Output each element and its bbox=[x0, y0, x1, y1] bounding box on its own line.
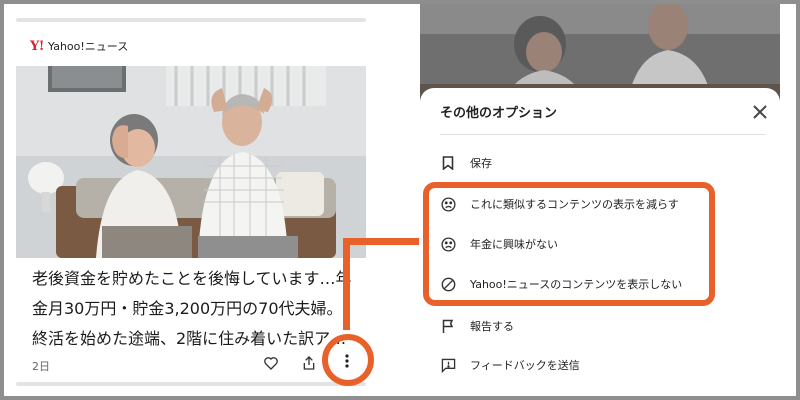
options-highlight-box bbox=[423, 182, 715, 306]
callout-connector-vertical bbox=[343, 238, 350, 330]
article-photo[interactable] bbox=[16, 66, 366, 258]
bookmark-icon bbox=[440, 155, 456, 171]
news-card[interactable]: Y! Yahoo!ニュース 老後資金を貯めたことを後悔しています…年 金月30万… bbox=[16, 18, 366, 388]
flag-icon bbox=[440, 318, 456, 334]
card-divider-bottom bbox=[16, 382, 366, 386]
option-label: 報告する bbox=[470, 320, 514, 333]
screenshot-frame: Y! Yahoo!ニュース 老後資金を貯めたことを後悔しています…年 金月30万… bbox=[4, 4, 796, 396]
photo-elderly-couple-illustration bbox=[16, 66, 366, 258]
post-time: 2日 bbox=[32, 360, 50, 373]
headline-line-3: 終活を始めた途端、2階に住み着いた訳ア… bbox=[32, 329, 347, 348]
source-name: Yahoo!ニュース bbox=[48, 40, 129, 53]
option-report[interactable]: 報告する bbox=[440, 314, 760, 338]
close-icon[interactable] bbox=[750, 102, 770, 122]
headline-line-1: 老後資金を貯めたことを後悔しています…年 bbox=[32, 269, 352, 288]
callout-connector-horizontal bbox=[343, 238, 419, 245]
option-send-feedback[interactable]: フィードバックを送信 bbox=[440, 353, 760, 377]
option-save[interactable]: 保存 bbox=[440, 151, 760, 175]
share-icon[interactable] bbox=[298, 352, 320, 374]
headline-line-2: 金月30万円・貯金3,200万円の70代夫婦。 bbox=[32, 299, 343, 318]
sheet-divider bbox=[440, 134, 766, 135]
like-heart-icon[interactable] bbox=[260, 352, 282, 374]
sheet-title: その他のオプション bbox=[440, 106, 558, 121]
yahoo-logo-icon: Y! bbox=[30, 38, 45, 54]
option-label: フィードバックを送信 bbox=[470, 359, 580, 372]
more-options-icon[interactable] bbox=[337, 351, 357, 371]
card-source[interactable]: Y! Yahoo!ニュース bbox=[30, 38, 128, 54]
article-headline[interactable]: 老後資金を貯めたことを後悔しています…年 金月30万円・貯金3,200万円の70… bbox=[32, 264, 362, 354]
card-divider-top bbox=[16, 18, 366, 22]
feedback-icon bbox=[440, 357, 456, 373]
option-label: 保存 bbox=[470, 157, 492, 170]
